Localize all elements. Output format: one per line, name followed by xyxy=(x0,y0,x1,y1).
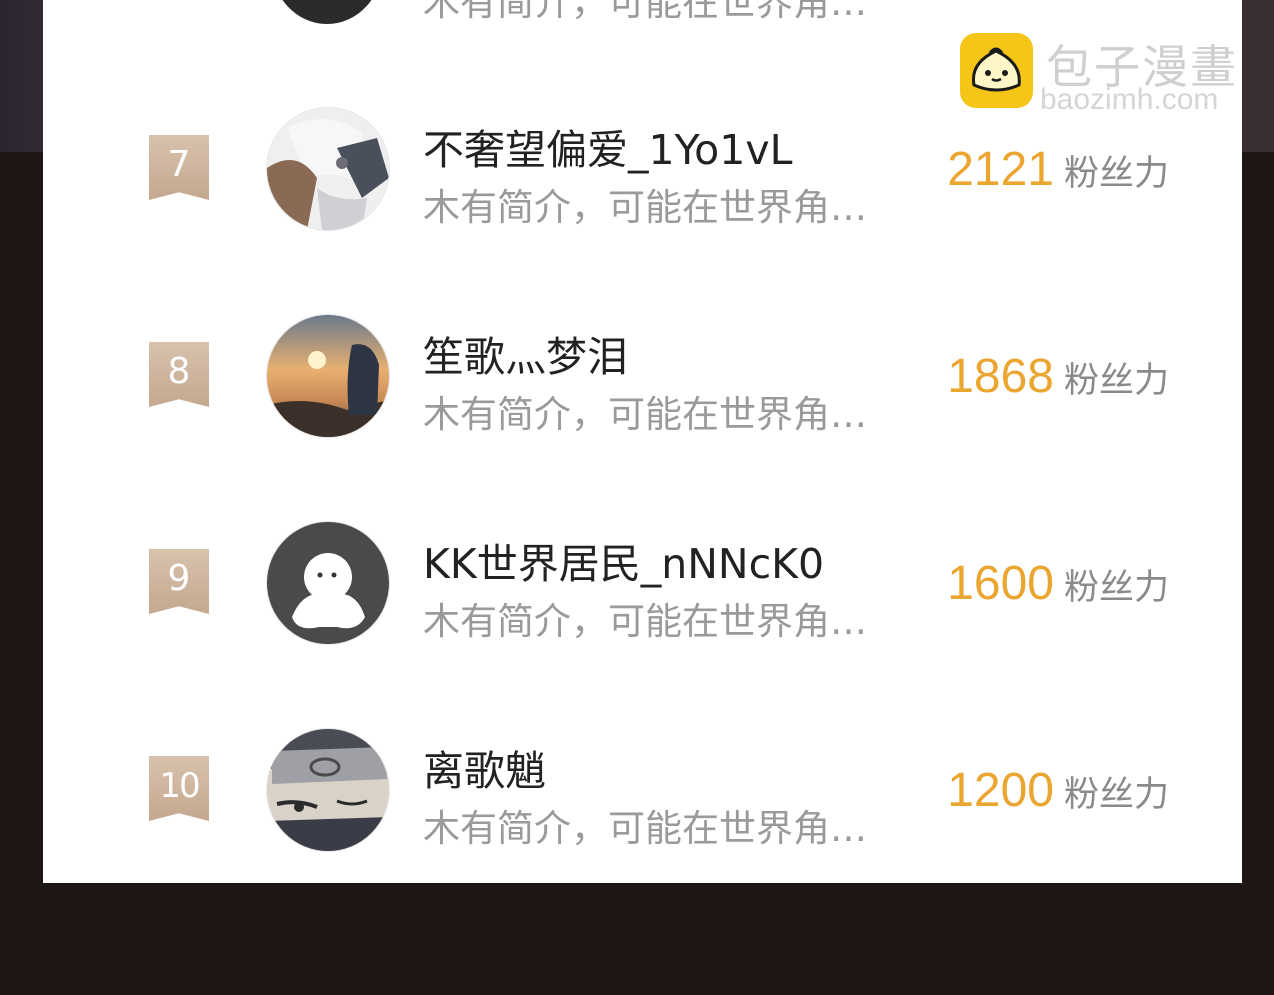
fan-power: 1600 粉丝力 xyxy=(947,556,1169,611)
rank-badge: 7 xyxy=(149,135,209,200)
fan-ranking-list: 木有简介，可能在世界角… 7 不奢望偏爱_1Yo1vL 木有简介，可能在世界角…… xyxy=(43,0,1242,883)
fan-power-unit: 粉丝力 xyxy=(1063,775,1169,815)
fan-power-value: 1200 xyxy=(947,764,1054,817)
fan-power-unit: 粉丝力 xyxy=(1063,361,1169,401)
user-bio-previous: 木有简介，可能在世界角… xyxy=(423,0,867,24)
user-bio: 木有简介，可能在世界角… xyxy=(423,186,867,229)
user-avatar[interactable] xyxy=(266,728,390,852)
fan-power-value: 2121 xyxy=(947,143,1054,196)
user-bio: 木有简介，可能在世界角… xyxy=(423,393,867,436)
user-bio: 木有简介，可能在世界角… xyxy=(423,807,867,850)
watermark: 包子漫畫 baozimh.com xyxy=(960,33,1250,116)
rank-badge: 9 xyxy=(149,549,209,614)
ranking-row[interactable]: 7 不奢望偏爱_1Yo1vL 木有简介，可能在世界角… 2121 粉丝力 xyxy=(43,104,1242,244)
fan-power: 1868 粉丝力 xyxy=(947,349,1169,404)
watermark-url: baozimh.com xyxy=(1040,83,1219,116)
fan-power: 1200 粉丝力 xyxy=(947,763,1169,818)
user-name[interactable]: 不奢望偏爱_1Yo1vL xyxy=(423,116,792,176)
fan-power-unit: 粉丝力 xyxy=(1063,568,1169,608)
ranking-row[interactable]: 10 离歌魈 木有简介，可能在世界角… 1200 粉丝力 xyxy=(43,725,1242,865)
user-name[interactable]: 笙歌灬梦泪 xyxy=(423,323,628,383)
fan-power-unit: 粉丝力 xyxy=(1063,154,1169,194)
user-bio: 木有简介，可能在世界角… xyxy=(423,600,867,643)
rank-badge: 8 xyxy=(149,342,209,407)
user-avatar[interactable] xyxy=(266,314,390,438)
ranking-row[interactable]: 9 KK世界居民_nNNcK0 木有简介，可能在世界角… 1600 粉丝力 xyxy=(43,518,1242,658)
ranking-row[interactable]: 8 笙歌灬梦泪 木有简介，可能在世界角… 1868 粉丝力 xyxy=(43,311,1242,451)
default-avatar[interactable] xyxy=(266,521,390,645)
user-name[interactable]: KK世界居民_nNNcK0 xyxy=(423,530,824,590)
fan-power-value: 1868 xyxy=(947,350,1054,403)
rank-badge: 10 xyxy=(149,756,209,821)
user-avatar[interactable] xyxy=(266,107,390,231)
fan-power: 2121 粉丝力 xyxy=(947,142,1169,197)
fan-power-value: 1600 xyxy=(947,557,1054,610)
baozi-logo-icon xyxy=(960,33,1033,108)
user-name[interactable]: 离歌魈 xyxy=(423,737,546,797)
avatar-previous[interactable] xyxy=(271,0,383,24)
